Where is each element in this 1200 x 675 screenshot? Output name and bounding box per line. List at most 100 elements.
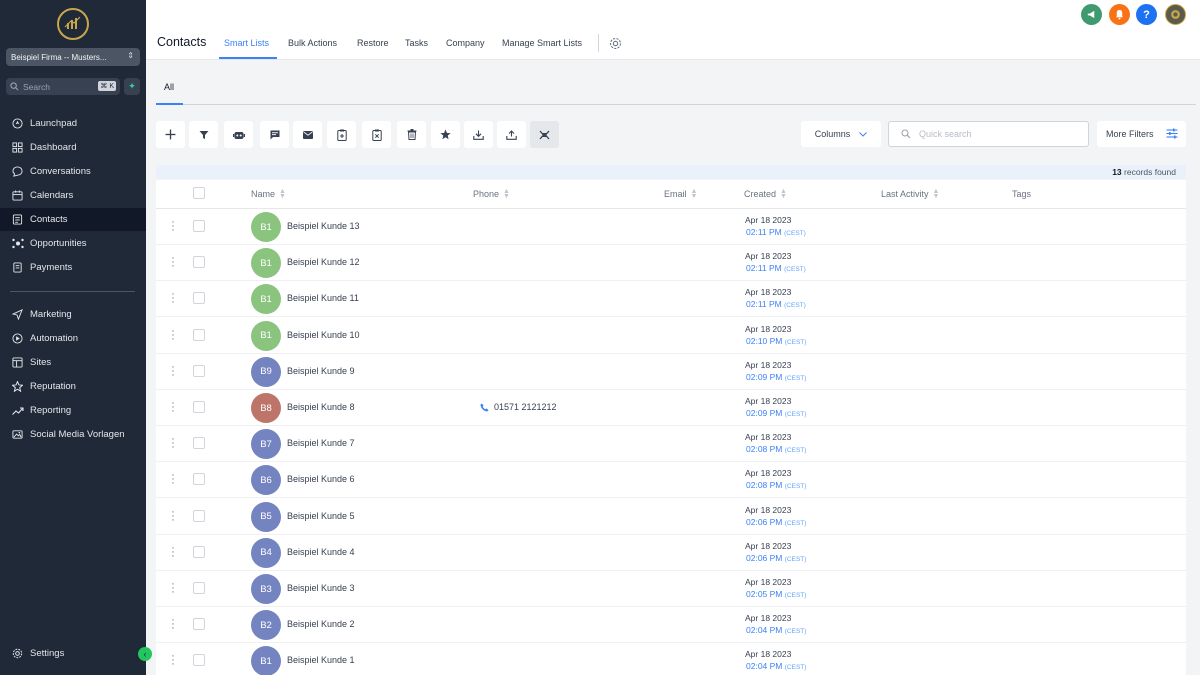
- sidebar-item-reputation[interactable]: Reputation: [0, 375, 146, 398]
- row-checkbox[interactable]: [193, 473, 205, 486]
- row-menu-icon[interactable]: · · ·: [171, 506, 175, 525]
- tab-smart-lists[interactable]: Smart Lists: [224, 38, 269, 48]
- table-row[interactable]: · · · B1 Beispiel Kunde 10 Apr 18 2023 02:10 P…: [156, 318, 1186, 354]
- user-avatar[interactable]: [1165, 4, 1186, 25]
- table-row[interactable]: · · · B1 Beispiel Kunde 13 Apr 18 2023 02:11 P…: [156, 209, 1186, 245]
- row-checkbox[interactable]: [193, 509, 205, 522]
- table-row[interactable]: · · · B3 Beispiel Kunde 3 Apr 18 2023 02:05 PM…: [156, 571, 1186, 607]
- merge-button[interactable]: [530, 121, 559, 148]
- row-menu-icon[interactable]: · · ·: [171, 325, 175, 344]
- table-row[interactable]: · · · B5 Beispiel Kunde 5 Apr 18 2023 02:06 PM…: [156, 499, 1186, 535]
- table-row[interactable]: · · · B1 Beispiel Kunde 1 Apr 18 2023 02:04 PM…: [156, 643, 1186, 675]
- row-menu-icon[interactable]: · · ·: [171, 217, 175, 236]
- row-menu-icon[interactable]: · · ·: [171, 470, 175, 489]
- contact-name[interactable]: Beispiel Kunde 11: [287, 293, 359, 303]
- row-checkbox[interactable]: [193, 582, 205, 594]
- send-email-button[interactable]: [293, 121, 322, 148]
- table-row[interactable]: · · · B1 Beispiel Kunde 11 Apr 18 2023 02:11 P…: [156, 281, 1186, 318]
- contact-phone[interactable]: 01571 2121212: [480, 402, 557, 412]
- sidebar-item-reporting[interactable]: Reporting: [0, 399, 146, 422]
- sidebar-item-contacts[interactable]: Contacts: [0, 208, 146, 231]
- table-row[interactable]: · · · B6 Beispiel Kunde 6 Apr 18 2023 02:08 PM…: [156, 462, 1186, 499]
- row-menu-icon[interactable]: · · ·: [171, 253, 175, 272]
- add-contact-button[interactable]: [156, 121, 185, 148]
- select-all-checkbox[interactable]: [193, 187, 205, 199]
- filter-button[interactable]: [189, 121, 218, 148]
- sidebar-item-opportunities[interactable]: Opportunities: [0, 232, 146, 255]
- row-menu-icon[interactable]: · · ·: [171, 615, 175, 634]
- row-checkbox[interactable]: [193, 545, 205, 558]
- row-checkbox[interactable]: [193, 328, 205, 341]
- contact-name[interactable]: Beispiel Kunde 4: [287, 547, 355, 557]
- tab-company[interactable]: Company: [446, 38, 485, 48]
- row-menu-icon[interactable]: · · ·: [171, 542, 175, 561]
- sidebar-search[interactable]: Search ⌘ K: [6, 78, 120, 95]
- favorite-button[interactable]: [431, 121, 460, 148]
- help-button[interactable]: ?: [1136, 4, 1157, 25]
- quick-search-field[interactable]: [888, 121, 1089, 147]
- workflow-button[interactable]: [224, 121, 253, 148]
- table-row[interactable]: · · · B4 Beispiel Kunde 4 Apr 18 2023 02:06 PM…: [156, 535, 1186, 571]
- remove-tag-button[interactable]: [362, 121, 391, 148]
- account-switcher[interactable]: Beispiel Firma -- Musters... ⇕: [6, 48, 140, 66]
- contact-name[interactable]: Beispiel Kunde 2: [287, 619, 355, 629]
- row-menu-icon[interactable]: · · ·: [171, 361, 175, 380]
- export-button[interactable]: [497, 121, 526, 148]
- delete-button[interactable]: [397, 121, 426, 148]
- sidebar-item-marketing[interactable]: Marketing: [0, 303, 146, 326]
- contact-name[interactable]: Beispiel Kunde 6: [287, 474, 355, 484]
- contact-name[interactable]: Beispiel Kunde 10: [287, 330, 360, 340]
- row-checkbox[interactable]: [193, 437, 205, 450]
- row-checkbox[interactable]: [193, 220, 205, 232]
- ai-sparkle-button[interactable]: ✦: [124, 78, 140, 95]
- sidebar-item-conversations[interactable]: Conversations: [0, 160, 146, 183]
- quick-search-input[interactable]: [919, 129, 1069, 139]
- row-checkbox[interactable]: [193, 401, 205, 413]
- row-checkbox[interactable]: [193, 654, 205, 667]
- contact-name[interactable]: Beispiel Kunde 3: [287, 583, 355, 593]
- table-row[interactable]: · · · B8 Beispiel Kunde 8 01571 2121212 Apr 18…: [156, 390, 1186, 426]
- row-menu-icon[interactable]: · · ·: [171, 398, 175, 417]
- contact-name[interactable]: Beispiel Kunde 12: [287, 257, 360, 267]
- table-row[interactable]: · · · B7 Beispiel Kunde 7 Apr 18 2023 02:08 PM…: [156, 426, 1186, 463]
- column-header-phone[interactable]: Phone ▲ ▼: [473, 188, 510, 200]
- column-header-created[interactable]: Created ▲ ▼: [744, 188, 787, 200]
- columns-dropdown[interactable]: Columns: [801, 121, 881, 147]
- row-checkbox[interactable]: [193, 256, 205, 269]
- row-checkbox[interactable]: [193, 364, 205, 377]
- more-filters-button[interactable]: More Filters: [1097, 121, 1186, 147]
- row-checkbox[interactable]: [193, 618, 205, 631]
- column-header-tags[interactable]: Tags: [1012, 189, 1031, 199]
- subtab-all[interactable]: All: [164, 82, 174, 92]
- row-menu-icon[interactable]: · · ·: [171, 289, 175, 308]
- column-header-last-activity[interactable]: Last Activity ▲ ▼: [881, 188, 939, 200]
- sidebar-item-launchpad[interactable]: Launchpad: [0, 112, 146, 135]
- sidebar-item-dashboard[interactable]: Dashboard: [0, 136, 146, 159]
- contact-name[interactable]: Beispiel Kunde 1: [287, 655, 355, 665]
- add-tag-button[interactable]: [327, 121, 356, 148]
- megaphone-button[interactable]: [1081, 4, 1102, 25]
- tab-manage-smart-lists[interactable]: Manage Smart Lists: [502, 38, 582, 48]
- contact-name[interactable]: Beispiel Kunde 9: [287, 366, 355, 376]
- collapse-sidebar-button[interactable]: ‹: [138, 647, 152, 661]
- row-menu-icon[interactable]: · · ·: [171, 434, 175, 453]
- sidebar-item-calendars[interactable]: Calendars: [0, 184, 146, 207]
- column-header-email[interactable]: Email ▲ ▼: [664, 188, 697, 200]
- contact-name[interactable]: Beispiel Kunde 5: [287, 511, 355, 521]
- table-row[interactable]: · · · B2 Beispiel Kunde 2 Apr 18 2023 02:04 PM…: [156, 607, 1186, 644]
- table-row[interactable]: · · · B1 Beispiel Kunde 12 Apr 18 2023 02:11 P…: [156, 245, 1186, 282]
- sidebar-item-settings[interactable]: Settings: [0, 642, 146, 665]
- tab-tasks[interactable]: Tasks: [405, 38, 428, 48]
- row-checkbox[interactable]: [193, 292, 205, 305]
- company-logo[interactable]: [57, 8, 89, 40]
- contact-name[interactable]: Beispiel Kunde 8: [287, 402, 355, 412]
- tab-restore[interactable]: Restore: [357, 38, 389, 48]
- import-button[interactable]: [464, 121, 493, 148]
- column-header-name[interactable]: Name ▲ ▼: [251, 188, 286, 200]
- tab-bulk-actions[interactable]: Bulk Actions: [288, 38, 337, 48]
- send-sms-button[interactable]: [260, 121, 289, 148]
- table-row[interactable]: · · · B9 Beispiel Kunde 9 Apr 18 2023 02:09 PM…: [156, 354, 1186, 390]
- notifications-button[interactable]: [1109, 4, 1130, 25]
- sidebar-item-social-media-vorlagen[interactable]: Social Media Vorlagen: [0, 423, 146, 446]
- row-menu-icon[interactable]: · · ·: [171, 579, 175, 598]
